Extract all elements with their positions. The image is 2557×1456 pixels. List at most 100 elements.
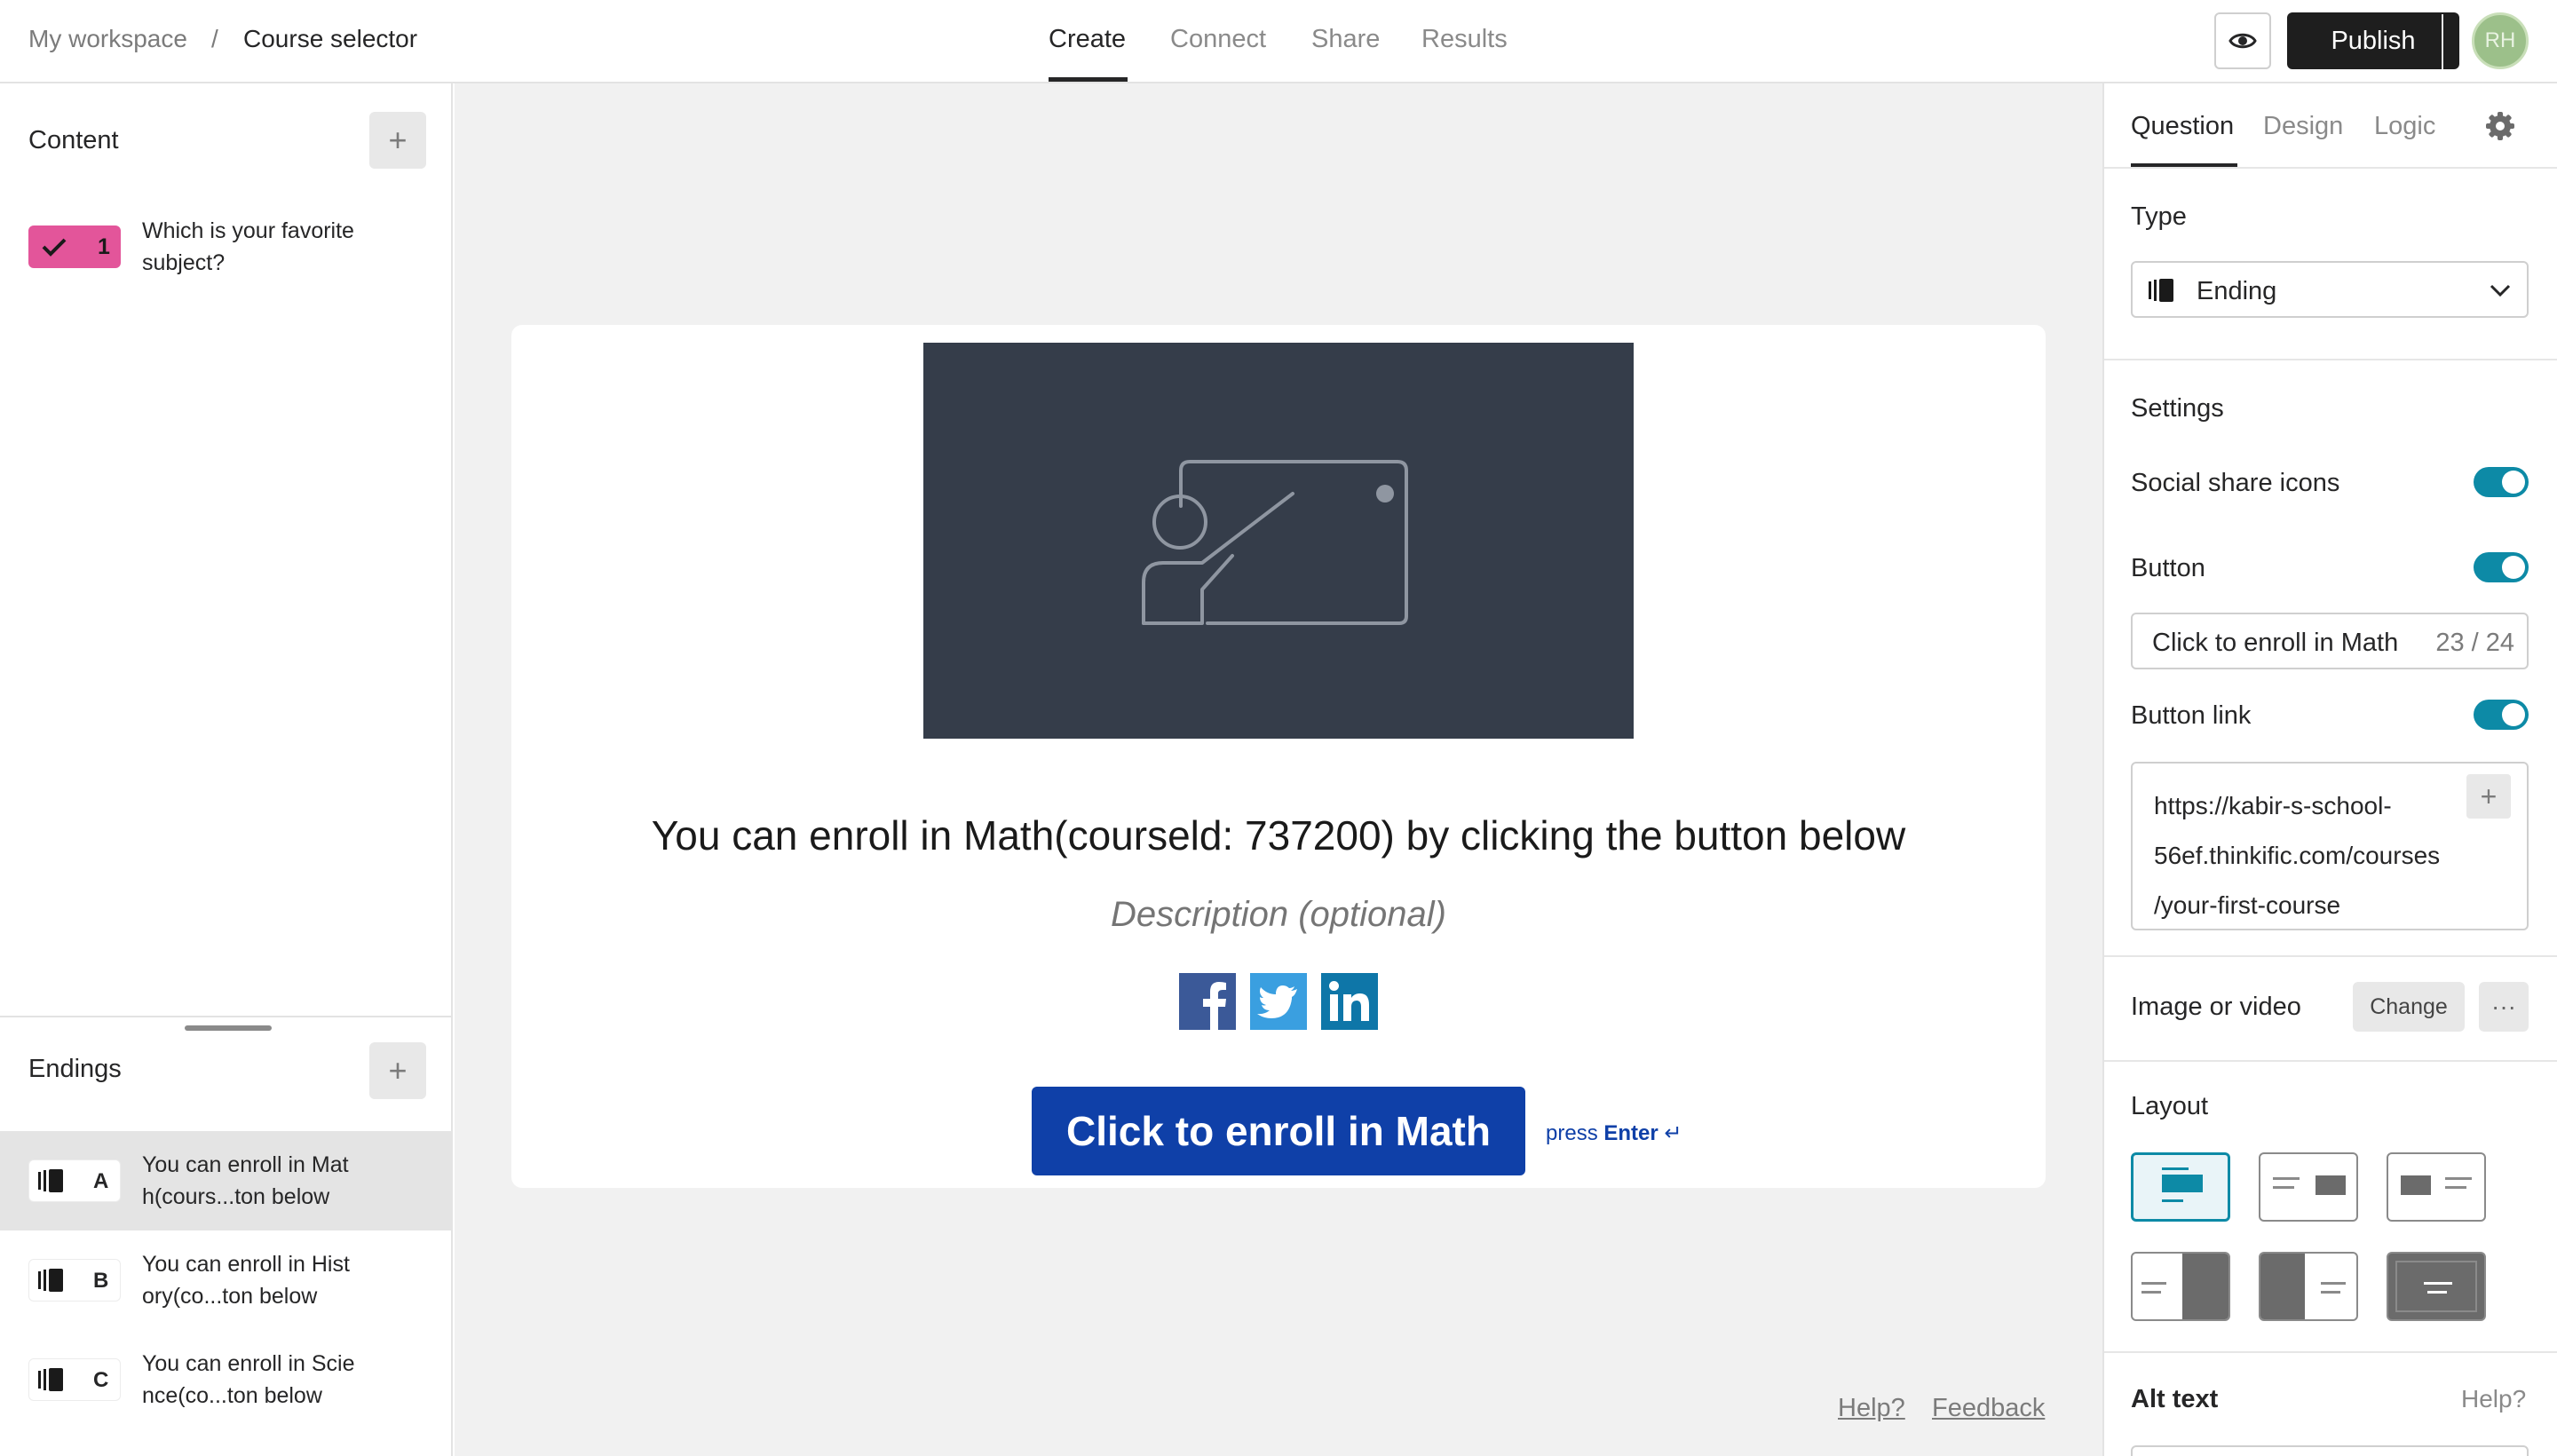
toggle-knob: [2502, 471, 2525, 494]
ending-letter: C: [93, 1368, 109, 1392]
checkmark-icon: [42, 238, 67, 257]
layout-option-split-right[interactable]: [2131, 1252, 2230, 1321]
layout-thumb-image: [2316, 1175, 2346, 1195]
ending-badge: A: [28, 1159, 121, 1202]
alt-text-input[interactable]: [2131, 1445, 2529, 1456]
linkedin-icon: [1321, 973, 1378, 1030]
more-options-button[interactable]: ···: [2479, 982, 2529, 1032]
feedback-link[interactable]: Feedback: [1932, 1394, 2045, 1423]
ending-item-c[interactable]: C You can enroll in Scie nce(co...ton be…: [0, 1330, 453, 1429]
enter-key-label: Enter: [1603, 1121, 1658, 1145]
button-link-line: /your-first-course: [2154, 891, 2341, 919]
content-section-title: Content: [28, 126, 119, 154]
avatar[interactable]: RH: [2472, 12, 2529, 69]
button-text-counter: 23 / 24: [2435, 629, 2514, 657]
toggle-knob: [2502, 556, 2525, 579]
social-share-toggle[interactable]: [2474, 467, 2529, 497]
layout-thumb-line: [2273, 1186, 2294, 1189]
panel-divider: [2104, 1351, 2557, 1353]
layout-thumb-image: [2260, 1254, 2305, 1319]
layout-option-image-right[interactable]: [2259, 1152, 2358, 1222]
ending-image[interactable]: [923, 343, 1634, 739]
button-link-input[interactable]: https://kabir-s-school- 56ef.thinkific.c…: [2131, 762, 2529, 930]
tab-design[interactable]: Design: [2263, 112, 2343, 141]
layout-option-split-left[interactable]: [2259, 1252, 2358, 1321]
ending-icon: [38, 1368, 63, 1391]
tab-connect[interactable]: Connect: [1170, 25, 1266, 54]
publish-button[interactable]: Publish: [2287, 12, 2459, 69]
ending-badge: B: [28, 1259, 121, 1302]
layout-thumb-line: [2141, 1291, 2161, 1294]
button-toggle[interactable]: [2474, 552, 2529, 582]
add-ending-button[interactable]: +: [369, 1042, 426, 1099]
endings-section-title: Endings: [28, 1055, 122, 1083]
tab-logic[interactable]: Logic: [2374, 112, 2435, 141]
tab-question[interactable]: Question: [2131, 112, 2234, 141]
button-link-value: https://kabir-s-school- 56ef.thinkific.c…: [2154, 781, 2474, 930]
ending-item-a[interactable]: A You can enroll in Mat h(cours...ton be…: [0, 1131, 453, 1230]
ending-label: You can enroll in Scie nce(co...ton belo…: [142, 1351, 355, 1408]
resize-handle[interactable]: [185, 1025, 272, 1031]
layout-thumb-line: [2445, 1186, 2466, 1189]
ending-label: You can enroll in Mat h(cours...ton belo…: [142, 1152, 349, 1209]
ending-item-b[interactable]: B You can enroll in Hist ory(co...ton be…: [0, 1230, 453, 1330]
alt-text-label: Alt text: [2131, 1385, 2219, 1413]
facebook-icon: [1179, 973, 1236, 1030]
button-link-line: https://kabir-s-school-: [2154, 792, 2392, 819]
breadcrumb-form-title[interactable]: Course selector: [243, 25, 417, 53]
layout-thumb-line: [2162, 1167, 2189, 1170]
change-image-button[interactable]: Change: [2353, 982, 2465, 1032]
button-link-line: 56ef.thinkific.com/courses: [2154, 842, 2441, 869]
layout-option-background[interactable]: [2387, 1252, 2486, 1321]
ending-icon: [38, 1269, 63, 1292]
topbar-divider: [2442, 14, 2443, 69]
tab-share[interactable]: Share: [1311, 25, 1380, 54]
question-title[interactable]: Which is your favorite subject?: [142, 215, 426, 279]
tab-create[interactable]: Create: [1049, 25, 1126, 54]
type-dropdown[interactable]: Ending: [2131, 261, 2529, 318]
ending-letter: A: [93, 1169, 109, 1193]
panel-divider: [2104, 167, 2557, 169]
layout-thumb-line: [2273, 1177, 2300, 1180]
layout-thumb-line: [2445, 1177, 2472, 1180]
twitter-icon: [1250, 973, 1307, 1030]
layout-label: Layout: [2131, 1092, 2209, 1120]
button-text-input[interactable]: Click to enroll in Math 23 / 24: [2131, 613, 2529, 669]
help-link[interactable]: Help?: [1838, 1394, 1905, 1423]
settings-label: Settings: [2131, 394, 2224, 423]
enter-return-icon: ↵: [1664, 1121, 1682, 1145]
panel-divider: [2104, 955, 2557, 957]
tab-results[interactable]: Results: [1421, 25, 1508, 54]
type-value: Ending: [2197, 277, 2277, 305]
layout-option-image-left[interactable]: [2387, 1152, 2486, 1222]
panel-divider: [2104, 1060, 2557, 1062]
layout-thumb-line: [2141, 1282, 2166, 1285]
panel-split-divider: [0, 1016, 453, 1017]
layout-thumb-line: [2321, 1282, 2346, 1285]
layout-option-image-top[interactable]: [2131, 1152, 2230, 1222]
layout-thumb-line: [2162, 1199, 2183, 1202]
ending-letter: B: [93, 1269, 109, 1293]
alt-text-help-link[interactable]: Help?: [2461, 1385, 2526, 1413]
panel-divider: [2104, 359, 2557, 360]
question-type-badge[interactable]: 1: [28, 226, 121, 268]
preview-button[interactable]: [2214, 12, 2271, 69]
button-link-toggle[interactable]: [2474, 700, 2529, 730]
breadcrumb-workspace[interactable]: My workspace: [28, 25, 187, 53]
description-placeholder[interactable]: Description (optional): [511, 895, 2046, 935]
layout-thumb-line: [2427, 1291, 2447, 1294]
press-prefix: press: [1546, 1121, 1598, 1145]
question-number: 1: [98, 234, 110, 259]
ending-heading[interactable]: You can enroll in Math(courseld: 737200)…: [511, 811, 2046, 859]
chevron-down-icon: [2490, 284, 2511, 297]
insert-variable-button[interactable]: +: [2466, 774, 2511, 819]
layout-thumb-line: [2321, 1291, 2340, 1294]
toggle-knob: [2502, 703, 2525, 726]
add-content-button[interactable]: +: [369, 112, 426, 169]
layout-thumb-line: [2424, 1282, 2452, 1285]
layout-thumb-image: [2401, 1175, 2431, 1195]
gear-icon[interactable]: [2485, 111, 2515, 141]
enroll-button[interactable]: Click to enroll in Math: [1032, 1087, 1525, 1175]
ending-icon: [2149, 279, 2173, 302]
button-text-value: Click to enroll in Math: [2152, 629, 2399, 657]
